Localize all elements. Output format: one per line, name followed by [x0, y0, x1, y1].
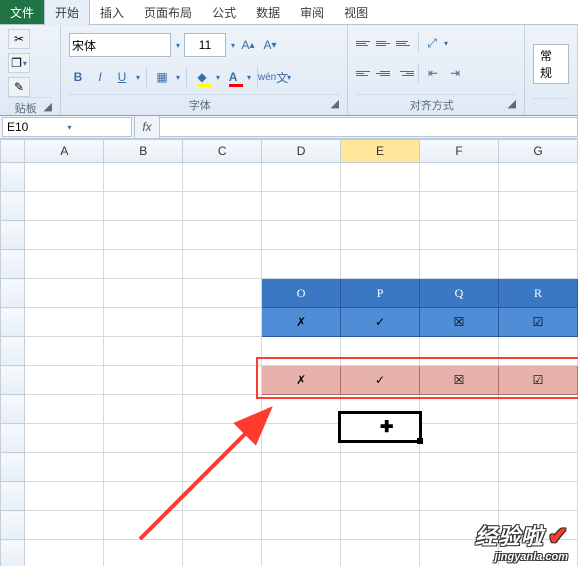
decrease-indent-button[interactable]: ⇤ [423, 64, 443, 82]
cell[interactable]: ✗ [262, 308, 341, 337]
orientation-button[interactable]: ⤢ [423, 34, 441, 52]
align-center-button[interactable] [376, 64, 394, 82]
cut-button[interactable]: ✂ [8, 29, 30, 49]
bold-button[interactable]: B [69, 68, 87, 86]
col-header-A[interactable]: A [25, 140, 104, 163]
cell[interactable]: ✓ [341, 308, 420, 337]
name-box[interactable]: E10 ▾ [2, 117, 132, 137]
cell[interactable]: Q [420, 279, 499, 308]
group-font: ▾ ▾ A▴ A▾ B I U▾ ▦▾ ◆ ▾ A ▾ wén文 [61, 25, 348, 115]
increase-font-icon[interactable]: A▴ [239, 36, 257, 54]
cell[interactable]: R [499, 279, 578, 308]
number-format-select[interactable]: 常规 [533, 44, 569, 84]
font-name-select[interactable] [69, 33, 171, 57]
select-all-corner[interactable] [1, 140, 25, 163]
group-alignment: ⤢▾ ⇤ ⇥ 对齐方式◢ [348, 25, 525, 115]
cell[interactable]: O [262, 279, 341, 308]
chevron-down-icon[interactable]: ▾ [176, 41, 180, 50]
fx-icon[interactable]: fx [134, 116, 160, 138]
tab-insert[interactable]: 插入 [90, 0, 134, 25]
border-button[interactable]: ▦ [153, 68, 171, 86]
clipboard-group-label: 贴板◢ [8, 97, 52, 116]
font-group-label: 字体◢ [69, 94, 339, 113]
chevron-down-icon[interactable]: ▾ [68, 123, 128, 132]
underline-button[interactable]: U [113, 68, 131, 86]
decrease-font-icon[interactable]: A▾ [261, 36, 279, 54]
col-header-E[interactable]: E [341, 140, 420, 163]
watermark-url: jingyanla.com [475, 551, 568, 563]
formula-input[interactable] [160, 117, 578, 137]
format-painter-button[interactable]: ✎ [8, 77, 30, 97]
tab-data[interactable]: 数据 [246, 0, 290, 25]
cell[interactable]: ✗ [262, 366, 341, 395]
align-right-button[interactable] [396, 64, 414, 82]
cell[interactable]: ☒ [420, 366, 499, 395]
tab-page-layout[interactable]: 页面布局 [134, 0, 202, 25]
ribbon-tabs: 文件 开始 插入 页面布局 公式 数据 审阅 视图 [0, 0, 578, 25]
phonetic-button[interactable]: wén文 [264, 68, 282, 86]
cell[interactable]: P [341, 279, 420, 308]
scissors-icon: ✂ [14, 32, 24, 46]
italic-button[interactable]: I [91, 68, 109, 86]
group-number: 常规 [525, 25, 578, 115]
col-header-F[interactable]: F [420, 140, 499, 163]
watermark-brand: 经验啦 [475, 524, 544, 549]
align-bottom-button[interactable] [396, 34, 414, 52]
chevron-down-icon[interactable]: ▾ [231, 41, 235, 50]
worksheet[interactable]: A B C D E F G O P Q R ✗ ✓ ☒ ☑ ✗ ✓ ☒ ☑ ✚ [0, 139, 578, 566]
align-middle-button[interactable] [376, 34, 394, 52]
col-header-G[interactable]: G [499, 140, 578, 163]
cell[interactable]: ☑ [499, 366, 578, 395]
cell[interactable]: ☑ [499, 308, 578, 337]
cell[interactable]: ✓ [341, 366, 420, 395]
tab-formulas[interactable]: 公式 [202, 0, 246, 25]
align-top-button[interactable] [356, 34, 374, 52]
increase-indent-button[interactable]: ⇥ [445, 64, 465, 82]
alignment-group-label: 对齐方式◢ [356, 94, 516, 113]
tab-file[interactable]: 文件 [0, 0, 44, 24]
grid[interactable]: A B C D E F G O P Q R ✗ ✓ ☒ ☑ ✗ ✓ ☒ ☑ [0, 139, 578, 566]
copy-icon: ❐ [11, 56, 22, 70]
group-clipboard: ✂ ❐▾ ✎ 贴板◢ [0, 25, 61, 115]
col-header-B[interactable]: B [104, 140, 183, 163]
col-header-C[interactable]: C [183, 140, 262, 163]
fill-color-button[interactable]: ◆ [193, 68, 211, 86]
cell[interactable]: ☒ [420, 308, 499, 337]
name-box-value: E10 [7, 120, 67, 134]
ribbon: ✂ ❐▾ ✎ 贴板◢ ▾ ▾ A▴ A▾ B I U▾ ▦▾ [0, 25, 578, 116]
copy-button[interactable]: ❐▾ [8, 53, 30, 73]
tab-view[interactable]: 视图 [334, 0, 378, 25]
align-left-button[interactable] [356, 64, 374, 82]
watermark: 经验啦✔ jingyanla.com [475, 519, 568, 563]
font-color-button[interactable]: A [224, 68, 242, 86]
col-header-D[interactable]: D [262, 140, 341, 163]
brush-icon: ✎ [14, 80, 24, 94]
font-size-select[interactable] [184, 33, 226, 57]
bucket-icon: ◆ [197, 70, 206, 84]
formula-bar: E10 ▾ fx [0, 116, 578, 139]
check-icon: ✔ [548, 523, 568, 550]
tab-review[interactable]: 审阅 [290, 0, 334, 25]
tab-home[interactable]: 开始 [44, 0, 90, 26]
